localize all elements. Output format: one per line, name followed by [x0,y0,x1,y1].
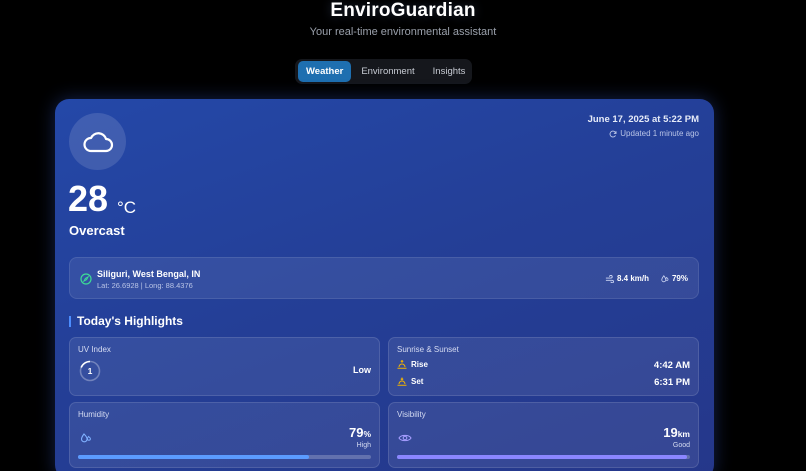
sunset-time: 6:31 PM [654,377,690,388]
cloud-icon [82,131,113,152]
droplets-icon [80,433,91,443]
wind-stat: 8.4 km/h [605,274,649,283]
visibility-title: Visibility [397,410,426,419]
eye-icon [398,434,412,442]
sunrise-icon [397,360,407,369]
location-stats: 8.4 km/h 79% [605,274,688,283]
tab-environment[interactable]: Environment [353,61,422,82]
tab-insights[interactable]: Insights [425,61,474,82]
humidity-bar [78,455,371,459]
wind-icon [605,274,614,283]
visibility-bar [397,455,690,459]
uv-index-tile: UV Index 1 Low [69,337,380,396]
weather-card: 28 °C Overcast June 17, 2025 at 5:22 PM … [55,99,714,471]
droplets-icon [661,274,669,282]
weather-icon-badge [69,113,126,170]
visibility-status: Good [672,442,690,449]
tab-bar: Weather Environment Insights [295,59,472,84]
humidity-percent: 79% [671,274,688,283]
highlights-heading: Today's Highlights [69,315,183,327]
app-subtitle: Your real-time environmental assistant [309,26,497,38]
sunset-icon [397,377,407,386]
temperature-unit: °C [117,198,137,217]
visibility-bar-fill [397,455,688,459]
tab-weather[interactable]: Weather [298,61,352,82]
humidity-stat: 79% [661,274,688,283]
last-updated-text: Updated 1 minute ago [620,129,699,138]
humidity-title: Humidity [78,410,110,419]
sunset-row: Set [397,377,423,386]
sunrise-sunset-tile: Sunrise & Sunset Rise 4:42 AM Set 6:31 P… [388,337,699,396]
app-title: EnviroGuardian [330,0,476,21]
location-panel: Siliguri, West Bengal, IN Lat: 26.6928 |… [69,257,699,299]
uv-index-title: UV Index [78,345,111,354]
last-updated: Updated 1 minute ago [609,129,699,138]
refresh-icon [609,130,617,137]
sunrise-time: 4:42 AM [653,360,690,371]
sunrise-row: Rise [397,360,428,369]
humidity-status: High [356,442,371,449]
visibility-tile: Visibility 19km Good [388,402,699,468]
humidity-tile: Humidity 79% High [69,402,380,468]
humidity-value: 79% [348,425,371,440]
humidity-bar-fill [78,455,310,459]
sunrise-sunset-title: Sunrise & Sunset [397,345,459,354]
sunset-label: Set [411,377,424,386]
uv-index-value: 1 [87,366,93,376]
date-time: June 17, 2025 at 5:22 PM [587,114,699,125]
location-coordinates: Lat: 26.6928 | Long: 88.4376 [97,281,193,290]
uv-index-level: Low [353,365,371,375]
sunrise-label: Rise [411,360,428,369]
wind-speed: 8.4 km/h [616,274,649,283]
weather-condition: Overcast [69,223,125,238]
compass-icon [80,273,92,285]
temperature-value: 28 [68,178,109,219]
visibility-value: 19km [663,425,690,440]
location-name: Siliguri, West Bengal, IN [97,269,201,279]
